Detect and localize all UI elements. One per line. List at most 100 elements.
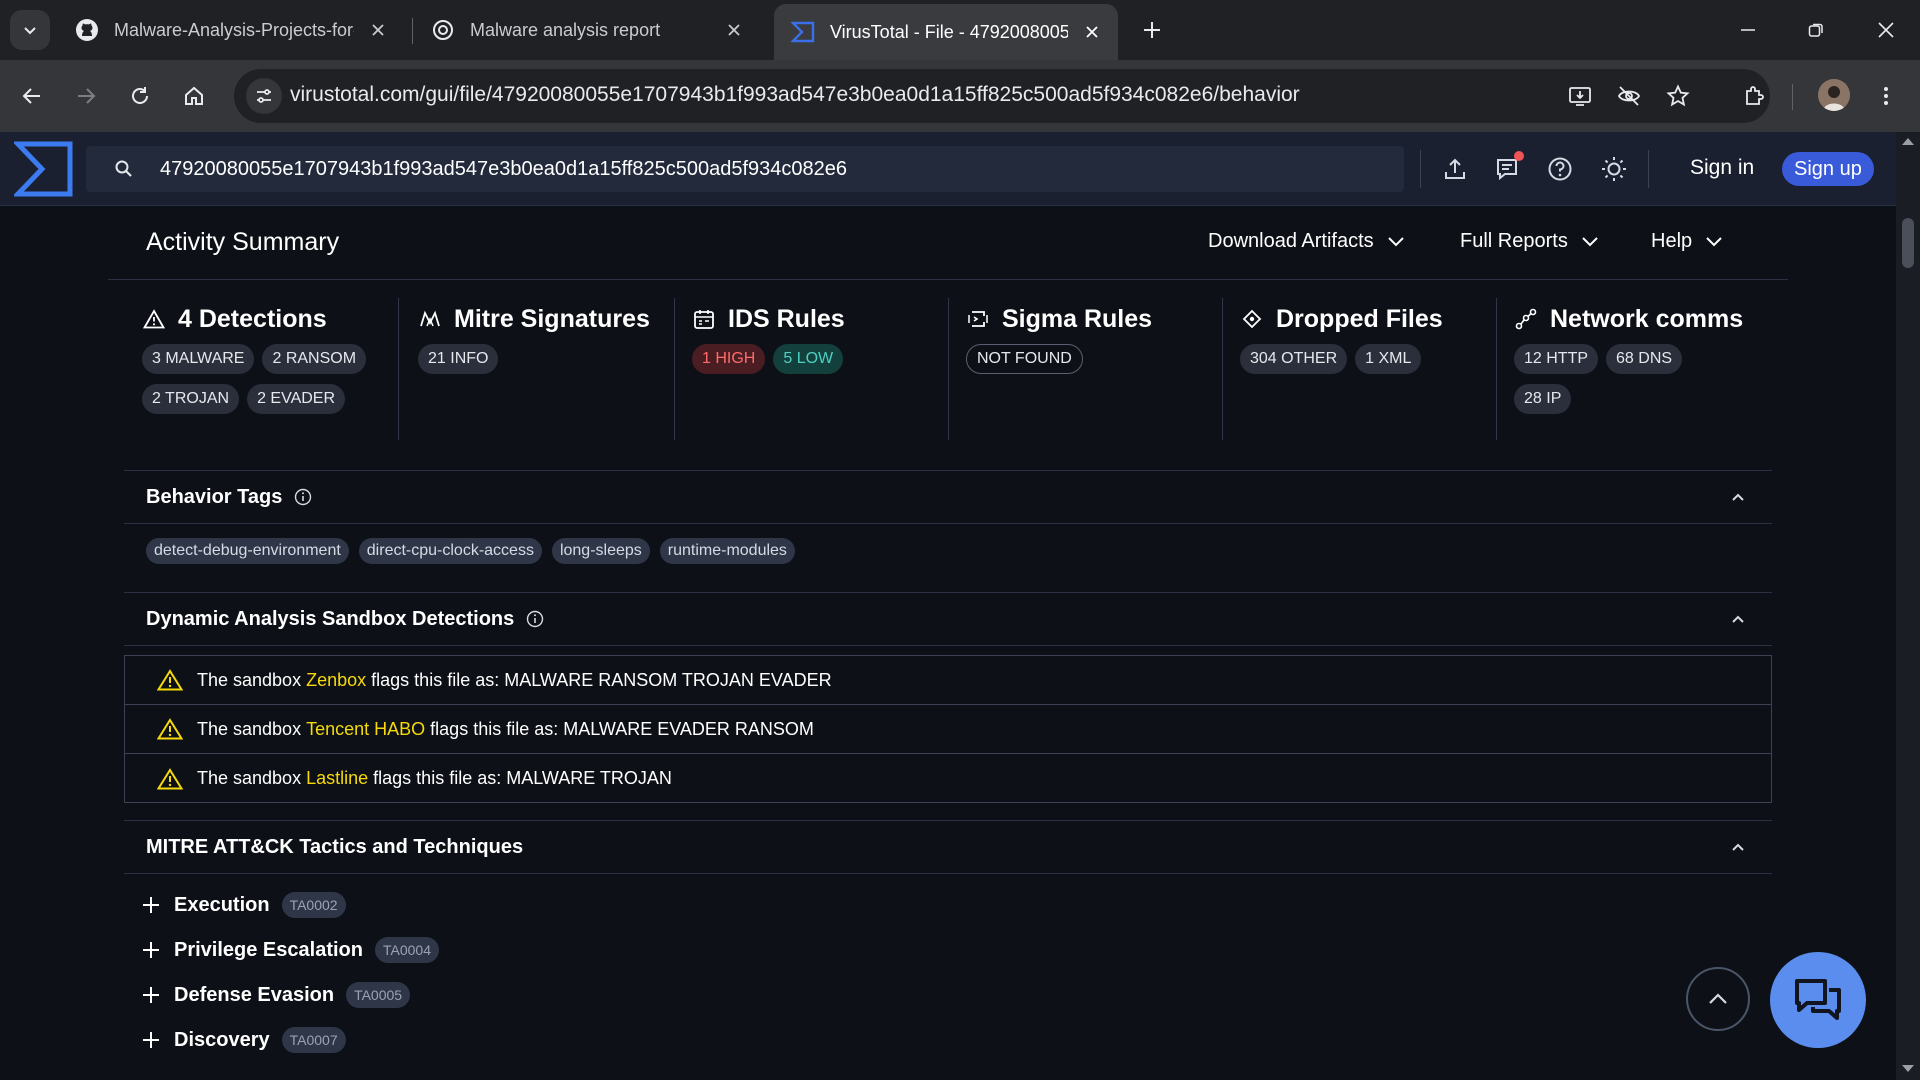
info-icon[interactable] bbox=[526, 610, 544, 628]
sandbox-name-link[interactable]: Lastline bbox=[306, 768, 368, 789]
scroll-up-arrow-icon[interactable] bbox=[1901, 136, 1915, 146]
plus-icon[interactable] bbox=[142, 1031, 160, 1049]
plus-icon[interactable] bbox=[142, 941, 160, 959]
tactic-row[interactable]: Discovery TA0007 bbox=[142, 1023, 346, 1057]
sandbox-prefix: The sandbox bbox=[197, 669, 302, 690]
upload-icon[interactable] bbox=[1437, 151, 1473, 187]
sandbox-name-link[interactable]: Tencent HABO bbox=[306, 719, 425, 740]
kebab-menu-icon[interactable] bbox=[1868, 78, 1904, 114]
stat-mitre-signatures[interactable]: Mitre Signatures 21 INFO bbox=[418, 298, 650, 440]
stat-pill: 12 HTTP bbox=[1514, 344, 1599, 374]
main-content: Activity Summary Download Artifacts Full… bbox=[0, 206, 1896, 1080]
plus-icon[interactable] bbox=[142, 896, 160, 914]
behavior-tag[interactable]: direct-cpu-clock-access bbox=[358, 538, 542, 564]
install-app-icon[interactable] bbox=[1566, 82, 1594, 110]
behavior-tag[interactable]: long-sleeps bbox=[551, 538, 650, 564]
stat-ids-rules[interactable]: IDS Rules 1 HIGH 5 LOW bbox=[692, 298, 922, 440]
address-bar[interactable]: virustotal.com/gui/file/47920080055e1707… bbox=[234, 69, 1770, 123]
stat-pill: 304 OTHER bbox=[1240, 344, 1348, 374]
browser-tab-2[interactable]: Malware analysis report bbox=[414, 8, 760, 52]
stat-divider bbox=[674, 298, 675, 440]
stat-network-comms[interactable]: Network comms 12 HTTP 68 DNS 28 IP bbox=[1514, 298, 1744, 440]
dropdown-label: Full Reports bbox=[1460, 230, 1568, 252]
sandbox-verdict: flags this file as: MALWARE EVADER RANSO… bbox=[430, 718, 814, 739]
dropped-files-icon bbox=[1240, 307, 1264, 331]
full-reports-dropdown[interactable]: Full Reports bbox=[1460, 230, 1598, 253]
theme-toggle-icon[interactable] bbox=[1596, 151, 1632, 187]
virustotal-icon bbox=[790, 19, 816, 45]
tactic-id: TA0007 bbox=[281, 1027, 346, 1053]
scrollbar-thumb[interactable] bbox=[1902, 218, 1914, 268]
tab-search-button[interactable] bbox=[10, 10, 50, 50]
section-title: MITRE ATT&CK Tactics and Techniques bbox=[146, 835, 524, 858]
close-window-button[interactable] bbox=[1858, 6, 1914, 54]
arrow-right-icon bbox=[78, 88, 96, 104]
back-button[interactable] bbox=[12, 76, 52, 116]
tactic-name: Discovery bbox=[174, 1028, 270, 1051]
scroll-to-top-button[interactable] bbox=[1686, 967, 1750, 1031]
sandbox-detection-list: The sandbox Zenbox flags this file as: M… bbox=[124, 655, 1772, 803]
help-circle-icon[interactable] bbox=[1542, 151, 1578, 187]
plus-icon[interactable] bbox=[142, 986, 160, 1004]
behavior-tag-list: detect-debug-environment direct-cpu-cloc… bbox=[146, 538, 795, 564]
home-button[interactable] bbox=[174, 76, 214, 116]
info-icon[interactable] bbox=[294, 488, 312, 506]
stat-pill: 3 MALWARE bbox=[142, 344, 255, 374]
close-icon[interactable] bbox=[1080, 20, 1104, 44]
openai-icon bbox=[430, 17, 456, 43]
reload-button[interactable] bbox=[120, 76, 160, 116]
help-dropdown[interactable]: Help bbox=[1651, 230, 1722, 253]
behavior-tags-header[interactable]: Behavior Tags bbox=[124, 470, 1772, 524]
sign-up-button[interactable]: Sign up bbox=[1782, 152, 1874, 186]
eye-off-icon[interactable] bbox=[1615, 82, 1643, 110]
site-info-button[interactable] bbox=[246, 78, 282, 114]
behavior-tag[interactable]: detect-debug-environment bbox=[146, 538, 349, 564]
close-icon[interactable] bbox=[366, 18, 390, 42]
header-divider bbox=[1648, 150, 1649, 188]
chevron-up-icon[interactable] bbox=[1730, 611, 1746, 627]
close-icon[interactable] bbox=[722, 18, 746, 42]
chevron-up-icon[interactable] bbox=[1730, 839, 1746, 855]
tab-title: VirusTotal - File - 47920080055 bbox=[830, 21, 1068, 42]
chat-button[interactable] bbox=[1770, 952, 1866, 1048]
search-input[interactable] bbox=[160, 146, 1380, 192]
chevron-up-icon[interactable] bbox=[1730, 489, 1746, 505]
notifications-icon[interactable] bbox=[1490, 151, 1526, 187]
stat-title: Sigma Rules bbox=[1002, 304, 1153, 333]
sigma-icon bbox=[966, 307, 990, 331]
scroll-down-arrow-icon[interactable] bbox=[1901, 1064, 1915, 1074]
extensions-icon[interactable] bbox=[1736, 78, 1772, 114]
mitre-attack-header[interactable]: MITRE ATT&CK Tactics and Techniques bbox=[124, 820, 1772, 874]
browser-tab-active[interactable]: VirusTotal - File - 47920080055 bbox=[774, 4, 1118, 60]
sandbox-name-link[interactable]: Zenbox bbox=[306, 670, 366, 691]
search-box[interactable] bbox=[86, 146, 1404, 192]
stat-dropped-files[interactable]: Dropped Files 304 OTHER 1 XML bbox=[1240, 298, 1470, 440]
tactic-row[interactable]: Privilege Escalation TA0004 bbox=[142, 933, 439, 967]
page-scrollbar[interactable] bbox=[1896, 132, 1920, 1080]
tab-title: Malware analysis report bbox=[470, 19, 661, 40]
virustotal-logo[interactable] bbox=[14, 140, 74, 198]
sandbox-detections-header[interactable]: Dynamic Analysis Sandbox Detections bbox=[124, 592, 1772, 646]
tune-icon bbox=[257, 89, 271, 103]
profile-avatar[interactable] bbox=[1818, 79, 1850, 111]
tactic-row[interactable]: Defense Evasion TA0005 bbox=[142, 978, 411, 1012]
browser-tab-1[interactable]: Malware-Analysis-Projects-for-I bbox=[58, 8, 404, 52]
sign-in-link[interactable]: Sign in bbox=[1690, 156, 1754, 180]
tactic-id: TA0005 bbox=[346, 982, 411, 1008]
url-text[interactable]: virustotal.com/gui/file/47920080055e1707… bbox=[290, 83, 1300, 107]
stat-title: Mitre Signatures bbox=[454, 304, 650, 333]
tactic-row[interactable]: Execution TA0002 bbox=[142, 888, 346, 922]
restore-button[interactable] bbox=[1788, 6, 1844, 54]
stat-sigma-rules[interactable]: Sigma Rules NOT FOUND bbox=[966, 298, 1196, 440]
new-tab-button[interactable] bbox=[1136, 14, 1168, 46]
minimize-button[interactable] bbox=[1720, 6, 1776, 54]
tactic-name: Defense Evasion bbox=[174, 983, 335, 1006]
mitre-icon bbox=[418, 307, 442, 331]
star-icon[interactable] bbox=[1664, 82, 1692, 110]
stat-detections[interactable]: 4 Detections 3 MALWARE 2 RANSOM 2 TROJAN… bbox=[142, 298, 372, 440]
download-artifacts-dropdown[interactable]: Download Artifacts bbox=[1208, 230, 1404, 253]
behavior-tag[interactable]: runtime-modules bbox=[659, 538, 795, 564]
forward-button[interactable] bbox=[66, 76, 106, 116]
vt-header: Sign in Sign up bbox=[0, 132, 1920, 206]
plus-icon bbox=[1144, 22, 1160, 38]
